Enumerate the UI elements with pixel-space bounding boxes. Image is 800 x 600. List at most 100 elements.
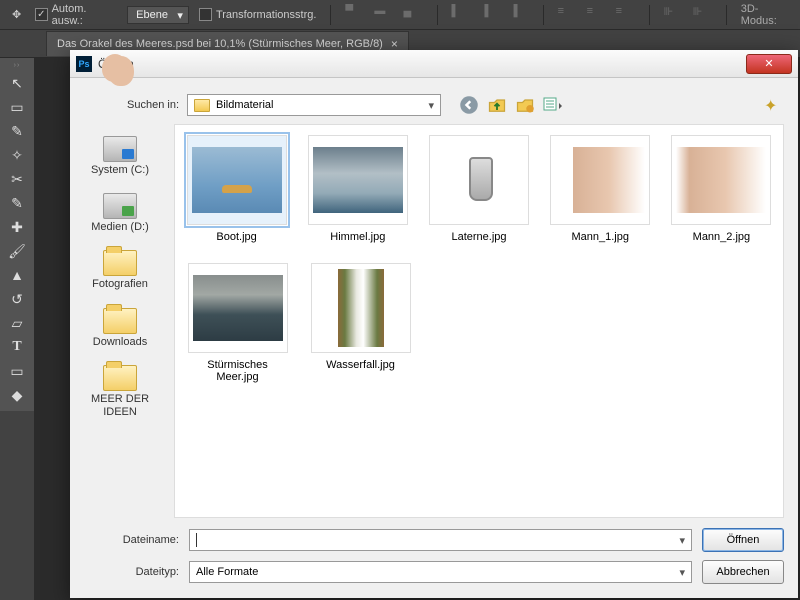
thumbnail (555, 147, 645, 213)
new-folder-button[interactable] (515, 95, 535, 115)
tools-panel: ›› ↖ ▭ ✎ ✧ ✂ ✎ ✚ 🖌 ▲ ↺ ▱ T ▭ ◆ (0, 58, 34, 411)
thumbnail (313, 147, 403, 213)
move-tool[interactable]: ↖ (4, 72, 30, 94)
file-item[interactable]: Himmel.jpg (306, 135, 409, 243)
checkbox-icon (199, 8, 212, 21)
text-caret (196, 533, 197, 547)
search-in-label: Suchen in: (84, 99, 179, 111)
file-item[interactable]: Stürmisches Meer.jpg (185, 263, 290, 383)
distribute-icon[interactable]: ≡ (558, 5, 577, 25)
close-tab-icon[interactable]: × (391, 37, 398, 51)
separator (543, 5, 544, 25)
distribute-v-icon[interactable]: ⊪ (693, 5, 712, 25)
file-item[interactable]: Mann_2.jpg (670, 135, 773, 243)
brush-tool[interactable]: 🖌 (4, 240, 30, 262)
align-bottom-icon[interactable]: ▄ (403, 5, 422, 25)
file-label: Mann_1.jpg (571, 231, 629, 243)
file-label: Laterne.jpg (451, 231, 506, 243)
filename-label: Dateiname: (84, 534, 179, 546)
file-item[interactable]: Mann_1.jpg (549, 135, 652, 243)
sidebar-label: Downloads (93, 336, 147, 349)
transform-ctrl-label: Transformationsstrg. (216, 9, 316, 21)
search-in-value: Bildmaterial (216, 99, 273, 111)
view-menu-button[interactable] (543, 95, 563, 115)
healing-tool[interactable]: ✚ (4, 216, 30, 238)
thumbnail (676, 147, 766, 213)
file-label: Mann_2.jpg (693, 231, 751, 243)
mode-3d-label: 3D-Modus: (741, 3, 792, 27)
dialog-footer: Dateiname: Öffnen Dateityp: Alle Formate… (70, 518, 798, 598)
history-brush-tool[interactable]: ↺ (4, 288, 30, 310)
thumbnail (193, 275, 283, 341)
wand-tool[interactable]: ✧ (4, 144, 30, 166)
thumbnail (434, 147, 524, 213)
filetype-label: Dateityp: (84, 566, 179, 578)
dialog-close-button[interactable]: ✕ (746, 54, 792, 74)
open-dialog: Ps Öffnen ✕ Suchen in: Bildmaterial ✦ Sy… (70, 50, 798, 598)
filename-field[interactable] (189, 529, 692, 551)
align-top-icon[interactable]: ▀ (345, 5, 364, 25)
sidebar-item-meer-der-ideen[interactable]: MEER DER IDEEN (70, 361, 170, 423)
rectangle-tool[interactable]: ▭ (4, 360, 30, 382)
crop-tool[interactable]: ✂ (4, 168, 30, 190)
sidebar-item-system-c[interactable]: System (C:) (87, 132, 153, 181)
file-item[interactable]: Laterne.jpg (427, 135, 530, 243)
lasso-tool[interactable]: ✎ (4, 120, 30, 142)
cancel-button[interactable]: Abbrechen (702, 560, 784, 584)
favorites-button[interactable]: ✦ (764, 96, 784, 114)
folder-icon (194, 99, 210, 112)
photoshop-icon: Ps (76, 56, 92, 72)
open-button[interactable]: Öffnen (702, 528, 784, 552)
search-in-combo[interactable]: Bildmaterial (187, 94, 441, 116)
file-label: Boot.jpg (216, 231, 256, 243)
path-tool[interactable]: ◆ (4, 384, 30, 406)
auto-select-check[interactable]: Autom. ausw.: (35, 3, 117, 27)
separator (649, 5, 650, 25)
separator (726, 5, 727, 25)
folder-icon (103, 365, 137, 391)
marquee-tool[interactable]: ▭ (4, 96, 30, 118)
tab-title: Das Orakel des Meeres.psd bei 10,1% (Stü… (57, 38, 383, 50)
distribute-icon[interactable]: ≡ (616, 5, 635, 25)
separator (330, 5, 331, 25)
move-tool-icon: ✥ (8, 6, 25, 24)
file-grid[interactable]: Boot.jpg Himmel.jpg Laterne.jpg Mann_1.j… (174, 124, 784, 518)
thumbnail (192, 147, 282, 213)
folder-icon (103, 308, 137, 334)
file-item[interactable]: Wasserfall.jpg (308, 263, 413, 383)
options-bar: ✥ Autom. ausw.: Ebene Transformationsstr… (0, 0, 800, 30)
sidebar-item-medien-d[interactable]: Medien (D:) (87, 189, 152, 238)
align-left-icon[interactable]: ▌ (451, 5, 470, 25)
file-item[interactable]: Boot.jpg (185, 135, 288, 243)
filetype-field[interactable]: Alle Formate (189, 561, 692, 583)
back-button[interactable] (459, 95, 479, 115)
sidebar-item-fotografien[interactable]: Fotografien (88, 246, 152, 295)
stamp-tool[interactable]: ▲ (4, 264, 30, 286)
dialog-body: System (C:) Medien (D:) Fotografien Down… (70, 124, 798, 518)
file-label: Stürmisches Meer.jpg (185, 359, 290, 383)
sidebar-label: System (C:) (91, 164, 149, 177)
places-sidebar: System (C:) Medien (D:) Fotografien Down… (70, 124, 170, 518)
align-hcenter-icon[interactable]: ▐ (481, 5, 500, 25)
folder-icon (103, 250, 137, 276)
filetype-value: Alle Formate (196, 566, 258, 578)
align-right-icon[interactable]: ▐ (510, 5, 529, 25)
type-tool[interactable]: T (4, 336, 30, 358)
search-in-row: Suchen in: Bildmaterial ✦ (70, 78, 798, 124)
transform-ctrl-check[interactable]: Transformationsstrg. (199, 8, 316, 21)
distribute-h-icon[interactable]: ⊪ (664, 5, 683, 25)
eyedropper-tool[interactable]: ✎ (4, 192, 30, 214)
align-vcenter-icon[interactable]: ▬ (374, 5, 393, 25)
dialog-titlebar[interactable]: Ps Öffnen ✕ (70, 50, 798, 78)
file-label: Wasserfall.jpg (326, 359, 395, 371)
up-button[interactable] (487, 95, 507, 115)
distribute-icon[interactable]: ≡ (587, 5, 606, 25)
sidebar-item-downloads[interactable]: Downloads (89, 304, 151, 353)
layer-dropdown[interactable]: Ebene (127, 6, 189, 24)
grip-icon[interactable]: ›› (14, 62, 21, 69)
drive-icon (103, 193, 137, 219)
auto-select-label: Autom. ausw.: (52, 3, 118, 27)
nav-buttons (459, 95, 563, 115)
eraser-tool[interactable]: ▱ (4, 312, 30, 334)
separator (437, 5, 438, 25)
